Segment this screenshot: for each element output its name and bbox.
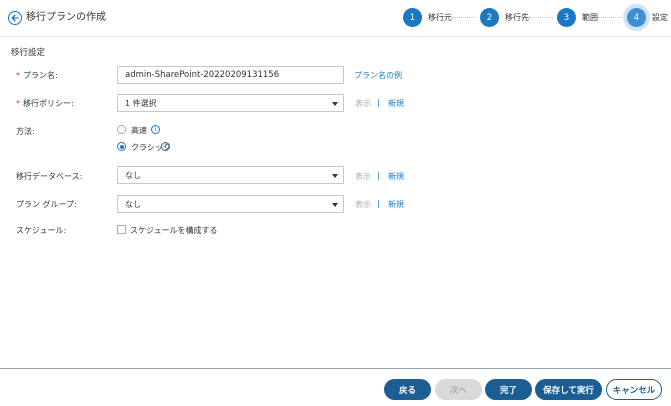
radio-fast[interactable] [117, 125, 126, 134]
policy-select-value: 1 件選択 [125, 99, 157, 108]
step-4-label: 設定 [652, 13, 668, 22]
page-title: 移行プランの作成 [26, 12, 106, 23]
database-new-link[interactable]: 新規 [388, 171, 404, 182]
plan-group-select-value: なし [125, 200, 141, 209]
finish-button[interactable]: 完了 [485, 379, 532, 400]
step-2: 2 移行先 [480, 8, 529, 27]
next-button[interactable]: 次へ [435, 379, 482, 400]
database-select[interactable]: なし [117, 166, 344, 184]
schedule-checkbox-label[interactable]: スケジュールを構成する [130, 225, 217, 236]
database-select-value: なし [125, 171, 141, 180]
step-1-number: 1 [403, 8, 422, 27]
step-connector [452, 17, 476, 19]
policy-view-link: 表示 [355, 99, 371, 108]
schedule-label: スケジュール: [16, 226, 67, 235]
step-2-number: 2 [480, 8, 499, 27]
plan-group-label: プラン グループ: [16, 200, 77, 209]
link-separator: | [377, 199, 380, 208]
step-connector [598, 17, 622, 19]
policy-label: * 移行ポリシー: [16, 99, 74, 108]
method-label: 方法: [16, 127, 35, 136]
schedule-checkbox[interactable] [117, 225, 126, 234]
info-icon[interactable]: i [161, 142, 170, 151]
plan-group-new-link[interactable]: 新規 [388, 199, 404, 210]
plan-group-select[interactable]: なし [117, 195, 344, 213]
step-3-number: 3 [557, 8, 576, 27]
database-view-link: 表示 [355, 172, 371, 181]
info-icon[interactable]: i [151, 125, 160, 134]
cancel-button[interactable]: キャンセル [606, 379, 662, 400]
chevron-down-icon [332, 203, 338, 207]
step-3: 3 範囲 [557, 8, 598, 27]
chevron-down-icon [332, 174, 338, 178]
policy-select[interactable]: 1 件選択 [117, 94, 344, 112]
plan-name-label: * プラン名: [16, 71, 58, 80]
plan-name-input[interactable] [117, 66, 344, 84]
link-separator: | [377, 98, 380, 107]
step-2-label: 移行先 [505, 13, 529, 22]
radio-fast-label: 高速 [131, 126, 147, 135]
plan-group-view-link: 表示 [355, 200, 371, 209]
step-1: 1 移行元 [403, 8, 452, 27]
step-4-number: 4 [627, 8, 646, 27]
footer: 戻る 次へ 完了 保存して実行 キャンセル [0, 368, 671, 406]
radio-classic[interactable] [117, 142, 126, 151]
section-title: 移行設定 [11, 48, 46, 58]
step-connector [529, 17, 553, 19]
plan-name-example-link[interactable]: プラン名の例 [354, 70, 402, 81]
step-1-label: 移行元 [428, 13, 452, 22]
step-3-label: 範囲 [582, 13, 598, 22]
policy-new-link[interactable]: 新規 [388, 98, 404, 109]
back-arrow-icon[interactable] [8, 11, 22, 25]
step-4: 4 設定 [627, 8, 668, 27]
database-label: 移行データベース: [16, 172, 83, 181]
chevron-down-icon [332, 102, 338, 106]
header: 移行プランの作成 1 移行元 2 移行先 3 範囲 4 設定 [0, 0, 671, 37]
save-and-run-button[interactable]: 保存して実行 [535, 379, 602, 400]
link-separator: | [377, 171, 380, 180]
back-button[interactable]: 戻る [384, 379, 431, 400]
